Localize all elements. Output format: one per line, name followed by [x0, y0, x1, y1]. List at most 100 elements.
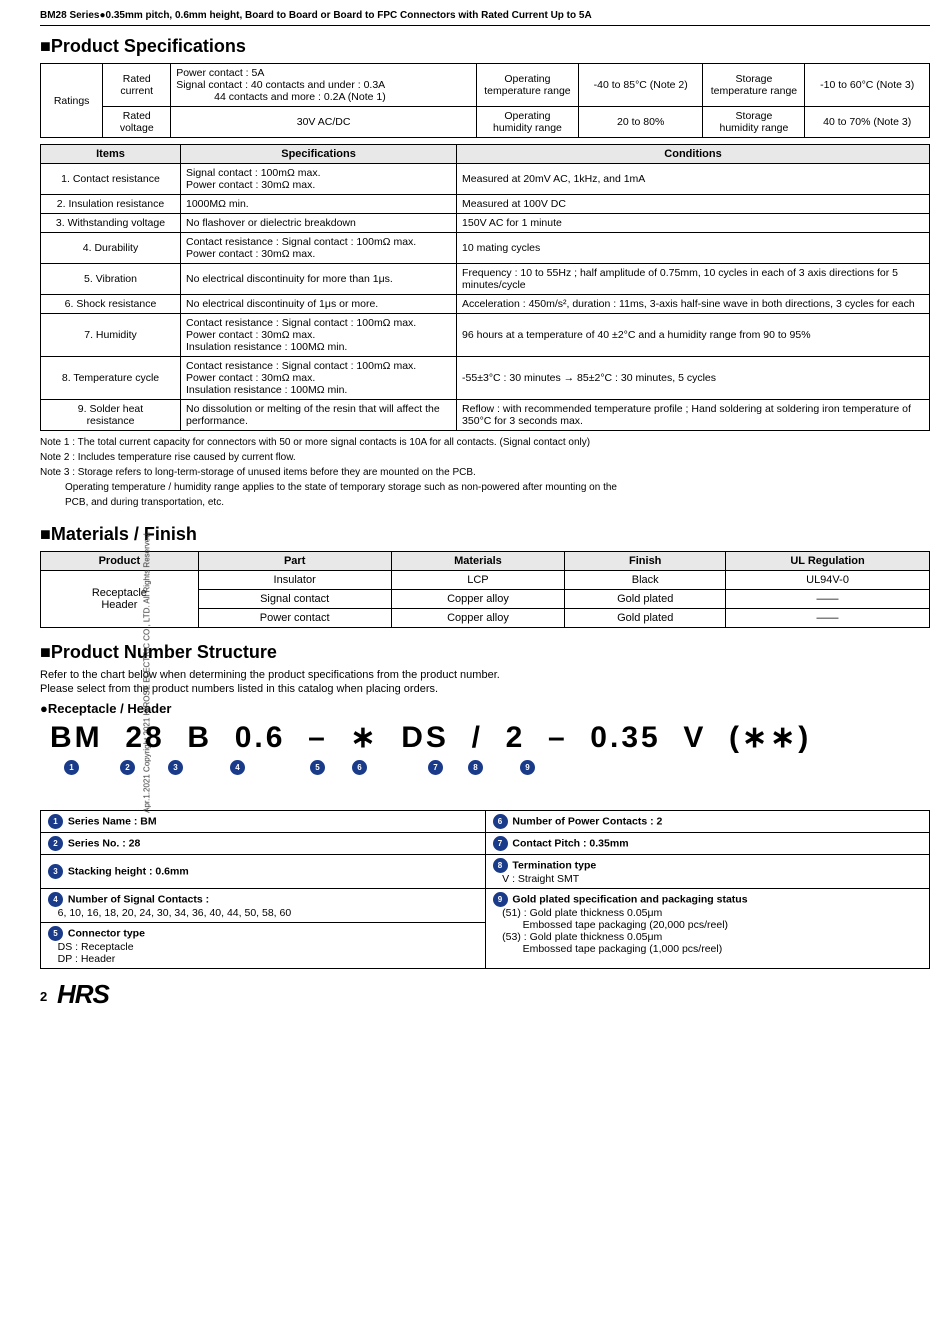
table-row: 8. Temperature cycle Contact resistance …: [41, 357, 930, 400]
col-conditions: Conditions: [457, 145, 930, 164]
spec-cond-8: -55±3°C : 30 minutes → 85±2°C : 30 minut…: [457, 357, 930, 400]
table-row: 2 Series No. : 28 7 Contact Pitch : 0.35…: [41, 833, 930, 855]
part-signal: Signal contact: [198, 590, 391, 609]
mat-power: Copper alloy: [391, 609, 565, 628]
product-name: ReceptacleHeader: [41, 571, 199, 628]
detail-5: 5 Connector type DS : Receptacle DP : He…: [41, 923, 486, 969]
detail-1: 1 Series Name : BM: [41, 811, 486, 833]
ul-power: ——: [726, 609, 930, 628]
circle-7: 7: [426, 760, 445, 775]
rated-current-value: Power contact : 5ASignal contact : 40 co…: [171, 64, 477, 107]
detail-2: 2 Series No. : 28: [41, 833, 486, 855]
col-items: Items: [41, 145, 181, 164]
spec-value-5: No electrical discontinuity for more tha…: [181, 264, 457, 295]
svg-text:HRS: HRS: [57, 979, 111, 1007]
col-product: Product: [41, 552, 199, 571]
spec-cond-5: Frequency : 10 to 55Hz ; half amplitude …: [457, 264, 930, 295]
ratings-table: Ratings Ratedcurrent Power contact : 5AS…: [40, 63, 930, 138]
notes: Note 1 : The total current capacity for …: [40, 435, 930, 510]
table-row: 1 Series Name : BM 6 Number of Power Con…: [41, 811, 930, 833]
detail-7: 7 Contact Pitch : 0.35mm: [485, 833, 930, 855]
spec-value-2: 1000MΩ min.: [181, 195, 457, 214]
note-3a: Note 3 : Storage refers to long-term-sto…: [40, 465, 930, 480]
pn-details-table: 1 Series Name : BM 6 Number of Power Con…: [40, 810, 930, 969]
detail-9: 9 Gold plated specification and packagin…: [485, 889, 930, 969]
op-humidity-label: Operatinghumidity range: [476, 107, 578, 138]
op-temp-value: -40 to 85°C (Note 2): [578, 64, 703, 107]
spec-item-2: 2. Insulation resistance: [41, 195, 181, 214]
table-row: 4. Durability Contact resistance : Signa…: [41, 233, 930, 264]
spec-item-8: 8. Temperature cycle: [41, 357, 181, 400]
pn-desc1: Refer to the chart below when determinin…: [40, 669, 930, 681]
table-row: 6. Shock resistance No electrical discon…: [41, 295, 930, 314]
spec-cond-6: Acceleration : 450m/s², duration : 11ms,…: [457, 295, 930, 314]
part-insulator: Insulator: [198, 571, 391, 590]
rated-voltage-label: Ratedvoltage: [103, 107, 171, 138]
note-2: Note 2 : Includes temperature rise cause…: [40, 450, 930, 465]
note-3b: Operating temperature / humidity range a…: [40, 480, 930, 495]
circle-2: 2: [118, 760, 137, 775]
finish-signal: Gold plated: [565, 590, 726, 609]
materials-section: ■Materials / Finish Product Part Materia…: [40, 524, 930, 628]
spec-table: Items Specifications Conditions 1. Conta…: [40, 144, 930, 431]
pn-title: ■Product Number Structure: [40, 642, 930, 663]
spec-cond-1: Measured at 20mV AC, 1kHz, and 1mA: [457, 164, 930, 195]
spec-cond-9: Reflow : with recommended temperature pr…: [457, 400, 930, 431]
footer: 2 HRS: [40, 979, 930, 1013]
receptacle-header: ●Receptacle / Header: [40, 701, 930, 716]
mat-signal: Copper alloy: [391, 590, 565, 609]
circle-8: 8: [466, 760, 485, 775]
table-row: 2. Insulation resistance 1000MΩ min. Mea…: [41, 195, 930, 214]
spec-item-6: 6. Shock resistance: [41, 295, 181, 314]
table-row: 7. Humidity Contact resistance : Signal …: [41, 314, 930, 357]
circle-1: 1: [62, 760, 81, 775]
spec-cond-3: 150V AC for 1 minute: [457, 214, 930, 233]
spec-item-5: 5. Vibration: [41, 264, 181, 295]
spec-value-3: No flashover or dielectric breakdown: [181, 214, 457, 233]
part-power: Power contact: [198, 609, 391, 628]
ul-insulator: UL94V-0: [726, 571, 930, 590]
spec-cond-4: 10 mating cycles: [457, 233, 930, 264]
table-row: 1. Contact resistance Signal contact : 1…: [41, 164, 930, 195]
storage-temp-value: -10 to 60°C (Note 3): [805, 64, 930, 107]
note-3c: PCB, and during transportation, etc.: [40, 495, 930, 510]
ratings-label: Ratings: [41, 64, 103, 138]
op-humidity-value: 20 to 80%: [578, 107, 703, 138]
circle-3: 3: [166, 760, 185, 775]
spec-value-7: Contact resistance : Signal contact : 10…: [181, 314, 457, 357]
materials-title: ■Materials / Finish: [40, 524, 930, 545]
op-temp-label: Operatingtemperature range: [476, 64, 578, 107]
rated-current-label: Ratedcurrent: [103, 64, 171, 107]
table-row: 3 Stacking height : 0.6mm 8 Termination …: [41, 855, 930, 889]
hrs-logo: HRS: [57, 979, 117, 1013]
circle-6: 6: [350, 760, 369, 775]
top-header: BM28 Series●0.35mm pitch, 0.6mm height, …: [40, 10, 930, 26]
col-part: Part: [198, 552, 391, 571]
table-row: ReceptacleHeader Insulator LCP Black UL9…: [41, 571, 930, 590]
detail-6: 6 Number of Power Contacts : 2: [485, 811, 930, 833]
spec-cond-7: 96 hours at a temperature of 40 ±2°C and…: [457, 314, 930, 357]
storage-humidity-value: 40 to 70% (Note 3): [805, 107, 930, 138]
pn-display: BM 28 B 0.6 – ∗ DS / 2 – 0.35 V (∗∗): [50, 720, 930, 756]
col-finish: Finish: [565, 552, 726, 571]
storage-humidity-label: Storagehumidity range: [703, 107, 805, 138]
spec-item-7: 7. Humidity: [41, 314, 181, 357]
spec-value-8: Contact resistance : Signal contact : 10…: [181, 357, 457, 400]
circle-4: 4: [228, 760, 247, 775]
spec-item-3: 3. Withstanding voltage: [41, 214, 181, 233]
spec-item-1: 1. Contact resistance: [41, 164, 181, 195]
table-row: 4 Number of Signal Contacts : 6, 10, 16,…: [41, 889, 930, 923]
rated-voltage-value: 30V AC/DC: [171, 107, 477, 138]
mat-insulator: LCP: [391, 571, 565, 590]
col-specs: Specifications: [181, 145, 457, 164]
spec-value-6: No electrical discontinuity of 1μs or mo…: [181, 295, 457, 314]
table-row: 5. Vibration No electrical discontinuity…: [41, 264, 930, 295]
table-row: 3. Withstanding voltage No flashover or …: [41, 214, 930, 233]
table-row: 9. Solder heatresistance No dissolution …: [41, 400, 930, 431]
note-1: Note 1 : The total current capacity for …: [40, 435, 930, 450]
circle-5: 5: [308, 760, 327, 775]
product-specs-title: ■Product Specifications: [40, 36, 930, 57]
finish-power: Gold plated: [565, 609, 726, 628]
spec-value-9: No dissolution or melting of the resin t…: [181, 400, 457, 431]
col-materials: Materials: [391, 552, 565, 571]
